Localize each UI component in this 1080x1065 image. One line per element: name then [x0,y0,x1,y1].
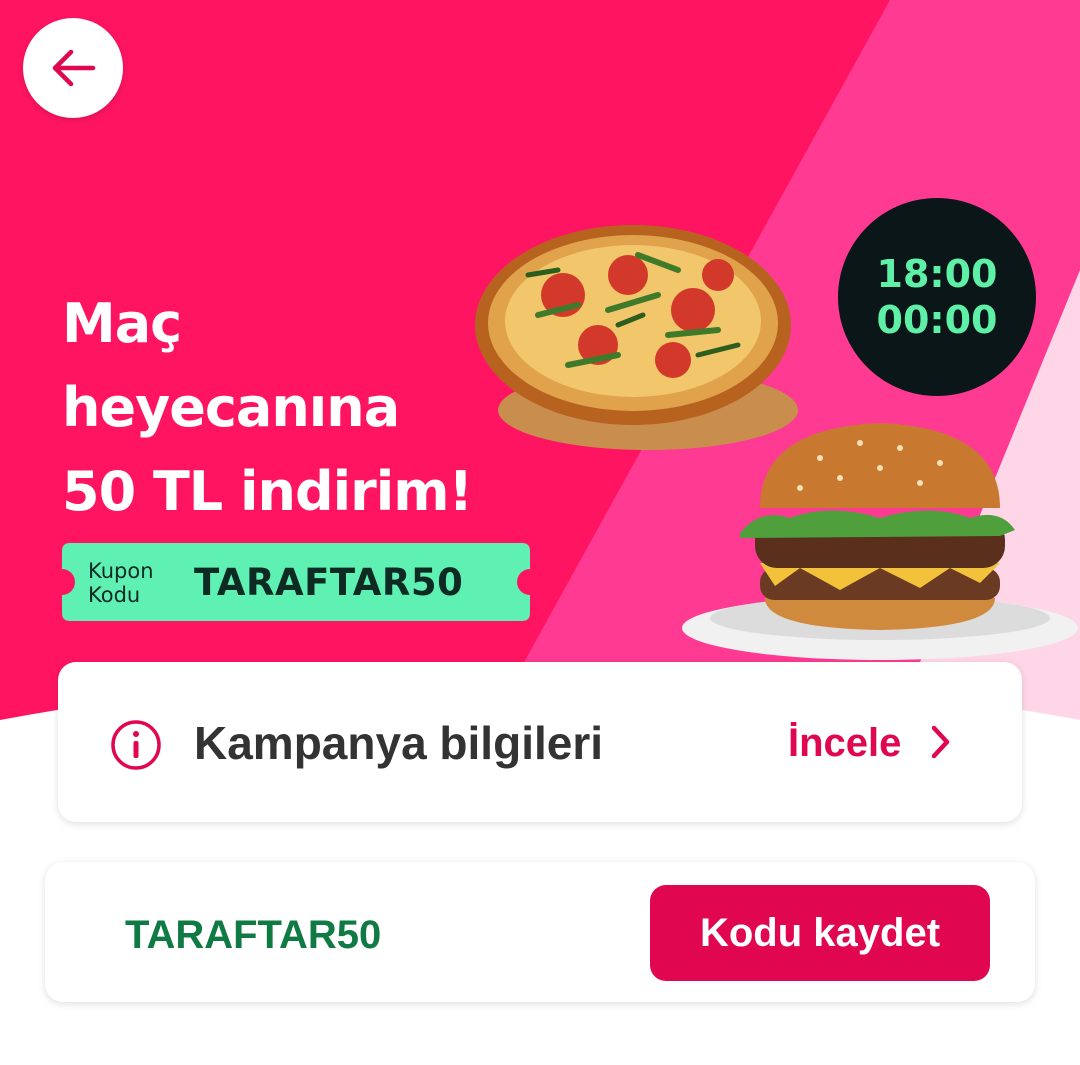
headline-line-1: Maç [62,292,182,355]
chevron-right-icon[interactable] [930,724,952,760]
campaign-info-title: Kampanya bilgileri [194,717,604,769]
campaign-info-card[interactable]: Kampanya bilgileri İncele [58,662,1022,822]
arrow-left-icon [52,49,96,87]
review-link[interactable]: İncele [788,717,901,769]
time-end: 00:00 [876,298,998,342]
burger-image [682,423,1078,660]
promo-headline: Maç heyecanına 50 TL indirim! [62,282,562,534]
coupon-code-card: TARAFTAR50 Kodu kaydet [45,862,1035,1002]
coupon-code-text: TARAFTAR50 [125,913,382,957]
coupon-tag: Kupon Kodu TARAFTAR50 [62,543,530,621]
promo-banner: Maç heyecanına 50 TL indirim! Kupon Kodu… [0,0,1080,760]
time-start: 18:00 [876,252,998,296]
time-badge: 18:00 00:00 [838,198,1036,396]
headline-line-3: 50 TL indirim! [62,460,473,523]
back-button[interactable] [23,18,123,118]
coupon-code: TARAFTAR50 [194,561,464,604]
save-code-button[interactable]: Kodu kaydet [650,885,990,981]
coupon-label: Kupon Kodu [88,559,154,607]
headline-line-2: heyecanına [62,376,400,439]
info-icon [111,720,161,770]
